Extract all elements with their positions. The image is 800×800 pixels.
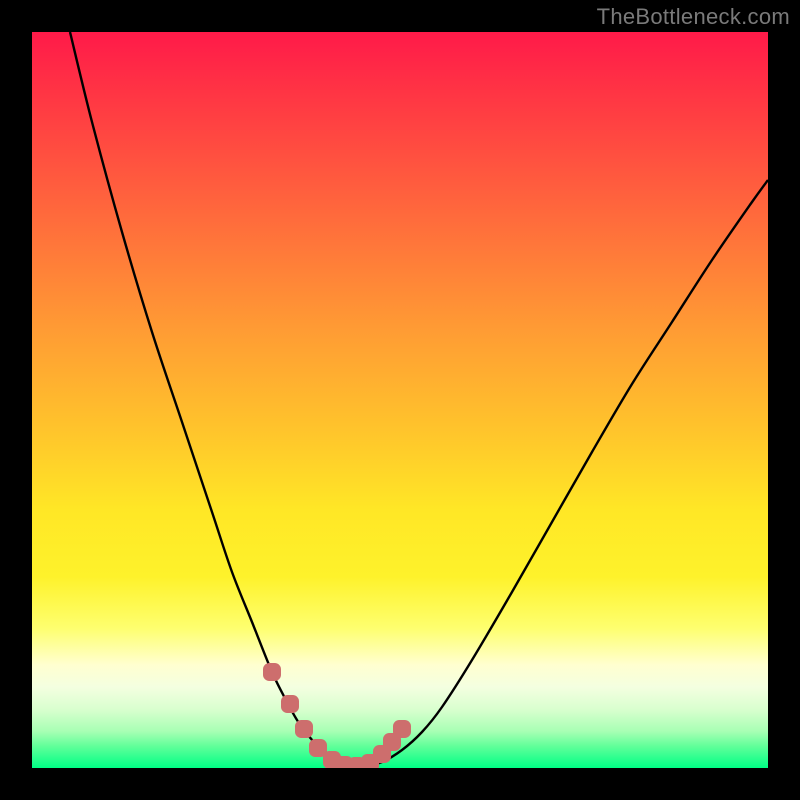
highlight-markers-group: [263, 663, 411, 768]
watermark-text: TheBottleneck.com: [597, 4, 790, 30]
highlight-marker: [393, 720, 411, 738]
highlight-marker: [263, 663, 281, 681]
curve-layer: [32, 32, 768, 768]
bottleneck-curve-path: [70, 32, 768, 766]
highlight-marker: [295, 720, 313, 738]
plot-area: [32, 32, 768, 768]
chart-frame: TheBottleneck.com: [0, 0, 800, 800]
highlight-marker: [281, 695, 299, 713]
